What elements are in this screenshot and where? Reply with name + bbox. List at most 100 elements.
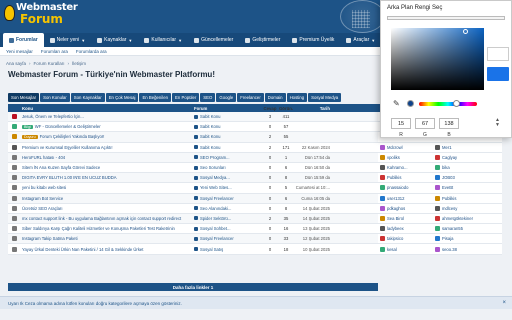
mode-toggle-icon[interactable]: ▲ ▼: [495, 118, 500, 128]
avatar[interactable]: [435, 205, 440, 211]
date-cell[interactable]: 13 Şubat 2025: [294, 226, 334, 231]
tab-google[interactable]: Google: [216, 93, 237, 102]
topic-cell[interactable]: Duyuru Forum Çekilişleri Yakında Başlıyor…: [20, 134, 190, 139]
avatar[interactable]: [435, 175, 440, 181]
forum-name[interactable]: SEO Program...: [200, 155, 230, 160]
green-input[interactable]: 67: [415, 118, 435, 129]
forum-name[interactable]: Sosyal Sohbet...: [200, 226, 231, 231]
tab-en-cok-mesaj[interactable]: En Çok Mesaj: [105, 93, 139, 102]
table-row[interactable]: HeroFURL hatası - 404 SEO Program... 0 1 Dün…: [8, 152, 378, 163]
topic-title[interactable]: DIGITA EVRY BLUTH 1.00 IN'E EN UCUZ BUDD…: [22, 175, 117, 180]
forum-cell[interactable]: Sosyal Satış: [190, 247, 262, 252]
topic-title[interactable]: Sitem İN Ana Kuzen Sayfa Görevi Sadece: [22, 165, 100, 170]
forum-cell[interactable]: Sabit Konu: [190, 114, 262, 119]
topic-title[interactable]: Siber Saldırıya Karşı Çağrı Kaliteli Hiz…: [22, 226, 175, 231]
forum-name[interactable]: Spider Sektörü...: [200, 216, 231, 221]
header-topic[interactable]: Konu: [20, 106, 190, 111]
topic-cell[interactable]: Siber Saldırıya Karşı Çağrı Kaliteli Hiz…: [20, 226, 190, 231]
topic-title[interactable]: HeroFURL hatası - 404: [22, 155, 65, 160]
last-poster-name[interactable]: Caglyay: [442, 155, 492, 160]
subnav-mark-read[interactable]: Forumları ara: [41, 49, 68, 54]
topic-title[interactable]: mx contact support link - Bu uygulama Ba…: [22, 216, 181, 221]
topic-cell[interactable]: Premium ve Kurumsal Eşyeliler Kullanıma …: [20, 145, 190, 150]
nav-item-neler-yeni[interactable]: Neler yeni ▼: [44, 33, 91, 47]
avatar[interactable]: [435, 236, 440, 242]
topic-title[interactable]: yeni bu kitabı web sitesi: [22, 185, 66, 190]
avatar[interactable]: [435, 165, 440, 171]
header-views[interactable]: Görün.: [278, 106, 294, 111]
table-row[interactable]: Instagram Takip Satma Paketi Sosyal Freel…: [8, 234, 378, 245]
subnav-new-posts[interactable]: Yeni mesajlar: [6, 49, 33, 54]
forum-name[interactable]: Sabit Konu: [200, 134, 221, 139]
side-input-box[interactable]: [487, 47, 509, 61]
table-row[interactable]: Premium ve Kurumsal Eşyeliler Kullanıma …: [8, 142, 378, 153]
avatar[interactable]: [435, 185, 440, 191]
forum-cell[interactable]: Sabit Konu: [190, 134, 262, 139]
blue-input[interactable]: 138: [439, 118, 459, 129]
table-row[interactable]: Jesuk, Önem ve Telepfertio İçin... Sabit …: [8, 112, 378, 123]
table-row[interactable]: yeni bu kitabı web sitesi Yeni Web Sites.…: [8, 183, 378, 194]
tab-son-mesajlar[interactable]: Son Mesajlar: [8, 93, 40, 102]
last-poster-name[interactable]: Pisaja: [442, 236, 492, 241]
table-row[interactable]: Ücretsiz SEO Araçları Seo Alanındaki... 0 8…: [8, 203, 378, 214]
breadcrumb-item[interactable]: İletişim: [72, 61, 86, 66]
table-row[interactable]: DIGITA EVRY BLUTH 1.00 IN'E EN UCUZ BUDD…: [8, 173, 378, 184]
date-cell[interactable]: 10 Şubat 2025: [294, 247, 334, 252]
topic-cell[interactable]: Bilgi WF - Güncellemeler & Geliştirmeler: [20, 124, 190, 129]
apply-color-button[interactable]: [487, 67, 509, 81]
tab-seo[interactable]: SEO: [200, 93, 216, 102]
forum-cell[interactable]: Yeni Web Sites...: [190, 185, 262, 190]
last-poster-name[interactable]: Mer1: [442, 145, 492, 150]
breadcrumb-item[interactable]: Ana sayfa: [6, 61, 26, 66]
last-poster-name[interactable]: bika: [442, 165, 492, 170]
forum-cell[interactable]: Sosyal Freelancer: [190, 236, 262, 241]
breadcrumb-item[interactable]: Forum Kuralları: [34, 61, 65, 66]
date-cell[interactable]: Cuma 16:05 da: [294, 196, 334, 201]
avatar[interactable]: [380, 144, 385, 150]
table-row[interactable]: Siber Saldırıya Karşı Çağrı Kaliteli Hiz…: [8, 224, 378, 235]
poster-name[interactable]: Mdcrowl: [387, 145, 433, 150]
avatar[interactable]: [380, 205, 385, 211]
tab-en-begenilen[interactable]: En Beğenilen: [139, 93, 172, 102]
date-cell[interactable]: Dün 15:59 da: [294, 175, 334, 180]
poster-name[interactable]: kesal: [387, 247, 433, 252]
poster-name[interactable]: takipsico: [387, 236, 433, 241]
last-poster-name[interactable]: JOB03: [442, 175, 492, 180]
tab-hosting[interactable]: Hosting: [286, 93, 308, 102]
poster-name[interactable]: Kahramo...: [387, 165, 433, 170]
forum-cell[interactable]: Sabit Konu: [190, 124, 262, 129]
red-input[interactable]: 15: [391, 118, 411, 129]
table-row[interactable]: Instagram Bot Service Sosyal Freelancer 0 6…: [8, 193, 378, 204]
tab-freelancer[interactable]: Freelancer: [237, 93, 264, 102]
topic-cell[interactable]: Jesuk, Önem ve Telepfertio İçin...: [20, 114, 190, 119]
avatar[interactable]: [435, 215, 440, 221]
hue-slider-knob[interactable]: [453, 100, 460, 107]
eyedropper-icon[interactable]: ✎: [393, 99, 400, 108]
forum-cell[interactable]: Sabit Konu: [190, 145, 262, 150]
nav-item-guncellemeler[interactable]: Güncellemeler: [188, 33, 239, 47]
table-row[interactable]: Yayay Ürkal Denteki Ürkin Nan Paketini /…: [8, 244, 378, 255]
poster-name[interactable]: user1312: [387, 196, 433, 201]
forum-name[interactable]: Sabit Konu: [200, 124, 221, 129]
forum-cell[interactable]: Seo Sorunları: [190, 165, 262, 170]
nav-item-forumlar[interactable]: Forumlar: [3, 33, 44, 47]
subnav-search-forums[interactable]: Forumlarda ara: [76, 49, 107, 54]
date-cell[interactable]: 22 Kasım 2024: [294, 145, 334, 150]
avatar[interactable]: [380, 175, 385, 181]
saturation-cursor[interactable]: [463, 29, 468, 34]
date-cell[interactable]: 14 Şubat 2025: [294, 206, 334, 211]
poster-name[interactable]: pdkaghos: [387, 206, 433, 211]
date-cell[interactable]: Dün 16:50 da: [294, 165, 334, 170]
topic-cell[interactable]: mx contact support link - Bu uygulama Ba…: [20, 216, 190, 221]
topic-title[interactable]: Yayay Ürkal Denteki Ürkin Nan Paketini /…: [22, 247, 143, 252]
avatar[interactable]: [380, 185, 385, 191]
nav-item-kaynaklar[interactable]: Kaynaklar ▼: [91, 33, 138, 47]
date-cell[interactable]: Dün 17:54 da: [294, 155, 334, 160]
topic-title[interactable]: Forum Çekilişleri Yakında Başlıyor!: [40, 134, 105, 139]
forum-name[interactable]: Seo Sorunları: [200, 165, 226, 170]
date-cell[interactable]: 12 Şubat 2025: [294, 236, 334, 241]
forum-cell[interactable]: Seo Alanındaki...: [190, 206, 262, 211]
avatar[interactable]: [435, 246, 440, 252]
nav-item-premium[interactable]: Premium Üyelik: [286, 33, 340, 47]
topic-title[interactable]: Ücretsiz SEO Araçları: [22, 206, 63, 211]
